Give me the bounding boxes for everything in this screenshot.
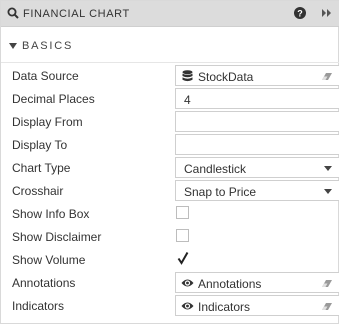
decimal-places-label: Decimal Places <box>12 92 95 106</box>
show-info-box-label: Show Info Box <box>12 207 90 221</box>
eraser-icon[interactable] <box>321 72 333 81</box>
data-source-value: StockData <box>198 70 254 84</box>
show-volume-checkmark-icon[interactable] <box>177 251 189 265</box>
decimal-places-value: 4 <box>184 93 191 107</box>
indicators-value: Indicators <box>198 300 251 314</box>
eye-icon <box>181 302 194 310</box>
svg-text:?: ? <box>297 8 303 18</box>
search-icon <box>7 7 19 19</box>
eye-icon <box>181 279 194 287</box>
annotations-value: Annotations <box>198 277 262 291</box>
chart-type-select[interactable]: Candlestick <box>175 157 339 178</box>
panel-header: FINANCIAL CHART ? <box>1 1 339 27</box>
show-disclaimer-label: Show Disclaimer <box>12 230 102 244</box>
help-icon[interactable]: ? <box>294 7 306 19</box>
dropdown-arrow-icon <box>324 189 332 194</box>
database-icon <box>182 70 193 82</box>
display-from-input[interactable] <box>175 111 339 132</box>
section-basics[interactable]: BASICS <box>1 35 339 57</box>
show-volume-label: Show Volume <box>12 253 86 267</box>
indicators-field[interactable]: Indicators <box>175 295 339 316</box>
display-from-label: Display From <box>12 115 83 129</box>
dropdown-arrow-icon <box>324 166 332 171</box>
display-to-input[interactable] <box>175 134 339 155</box>
eraser-icon[interactable] <box>321 279 333 288</box>
divider <box>1 62 339 63</box>
chart-type-label: Chart Type <box>12 161 71 175</box>
caret-down-icon <box>9 43 17 49</box>
annotations-field[interactable]: Annotations <box>175 272 339 293</box>
display-to-label: Display To <box>12 138 68 152</box>
financial-chart-panel: FINANCIAL CHART ? BASICS Data Source Sto… <box>0 0 339 324</box>
decimal-places-input[interactable]: 4 <box>175 88 339 109</box>
show-info-box-checkbox[interactable] <box>176 206 189 219</box>
double-chevron-right-icon[interactable] <box>321 8 333 18</box>
show-disclaimer-checkbox[interactable] <box>176 229 189 242</box>
data-source-field[interactable]: StockData <box>175 65 339 86</box>
panel-title: FINANCIAL CHART <box>23 8 130 20</box>
crosshair-value: Snap to Price <box>184 185 257 199</box>
crosshair-select[interactable]: Snap to Price <box>175 180 339 201</box>
chart-type-value: Candlestick <box>184 162 247 176</box>
crosshair-label: Crosshair <box>12 184 64 198</box>
data-source-label: Data Source <box>12 69 79 83</box>
annotations-label: Annotations <box>12 276 76 290</box>
section-title: BASICS <box>22 40 74 52</box>
eraser-icon[interactable] <box>321 302 333 311</box>
indicators-label: Indicators <box>12 299 65 313</box>
